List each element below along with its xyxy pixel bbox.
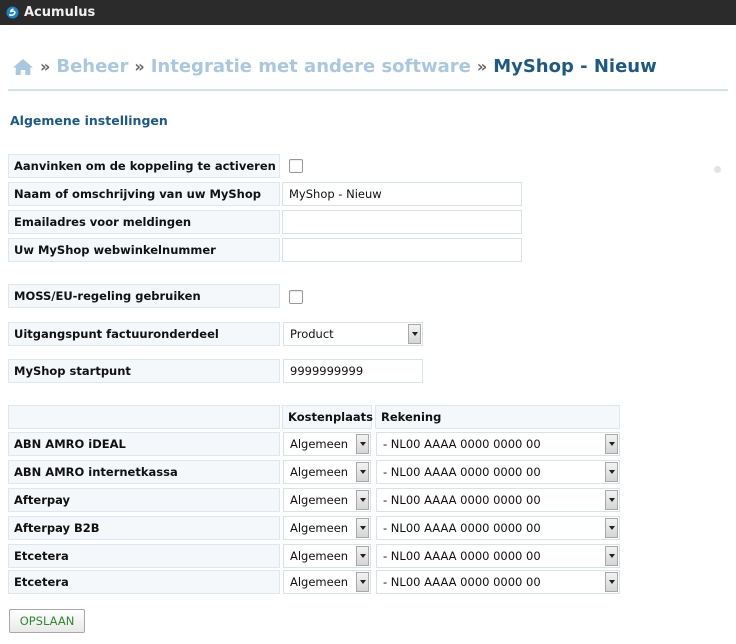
app-header-bar: Acumulus [0, 0, 736, 25]
cost-center-value: Algemeen [290, 575, 349, 589]
moss-label: MOSS/EU-regeling gebruiken [8, 284, 280, 308]
account-value: - NL00 AAAA 0000 0000 00 [383, 549, 541, 563]
chevron-down-icon[interactable] [356, 518, 369, 538]
cost-center-select[interactable]: Algemeen [283, 544, 371, 568]
cost-center-value: Algemeen [290, 549, 349, 563]
payment-method-name: ABN AMRO iDEAL [8, 432, 280, 456]
chevron-down-icon[interactable] [408, 324, 421, 344]
breadcrumb-separator: » [134, 57, 145, 76]
activate-checkbox[interactable] [289, 159, 303, 173]
breadcrumb-separator: » [40, 57, 51, 76]
shopnumber-label: Uw MyShop webwinkelnummer [8, 238, 280, 262]
payment-method-name: Afterpay [8, 488, 280, 512]
payment-method-name: Etcetera [8, 544, 280, 568]
cost-center-select[interactable]: Algemeen [283, 570, 371, 594]
cost-center-select[interactable]: Algemeen [283, 488, 371, 512]
app-title: Acumulus [24, 5, 96, 20]
account-select[interactable]: - NL00 AAAA 0000 0000 00 [376, 488, 620, 512]
account-value: - NL00 AAAA 0000 0000 00 [383, 575, 541, 589]
breadcrumb-link-beheer[interactable]: Beheer [56, 56, 128, 77]
startpoint-input[interactable]: 9999999999 [283, 359, 423, 383]
chevron-down-icon[interactable] [356, 546, 369, 566]
chevron-down-icon[interactable] [356, 490, 369, 510]
cost-center-value: Algemeen [290, 465, 349, 479]
name-input[interactable]: MyShop - Nieuw [282, 182, 522, 206]
account-select[interactable]: - NL00 AAAA 0000 0000 00 [376, 432, 620, 456]
cost-center-select[interactable]: Algemeen [283, 432, 371, 456]
name-label: Naam of omschrijving van uw MyShop [8, 182, 280, 206]
breadcrumb-divider [8, 89, 728, 91]
invoice-basis-value: Product [290, 327, 334, 341]
chevron-down-icon[interactable] [356, 462, 369, 482]
account-value: - NL00 AAAA 0000 0000 00 [383, 493, 541, 507]
breadcrumb-current: MyShop - Nieuw [493, 56, 657, 77]
account-value: - NL00 AAAA 0000 0000 00 [383, 521, 541, 535]
chevron-down-icon[interactable] [605, 462, 618, 482]
chevron-down-icon[interactable] [356, 434, 369, 454]
account-value: - NL00 AAAA 0000 0000 00 [383, 465, 541, 479]
breadcrumb-separator: » [476, 57, 488, 76]
chevron-down-icon[interactable] [356, 572, 369, 592]
email-input[interactable] [282, 210, 522, 234]
cost-center-value: Algemeen [290, 437, 349, 451]
invoice-basis-label: Uitgangspunt factuuronderdeel [8, 322, 280, 346]
cost-center-value: Algemeen [290, 493, 349, 507]
startpoint-label: MyShop startpunt [8, 359, 280, 383]
save-button[interactable]: OPSLAAN [9, 609, 85, 633]
chevron-down-icon[interactable] [605, 518, 618, 538]
scroll-indicator [714, 166, 721, 173]
payment-method-name: ABN AMRO internetkassa [8, 460, 280, 484]
table-header-cost-center: Kostenplaats [282, 405, 373, 429]
cost-center-value: Algemeen [290, 521, 349, 535]
chevron-down-icon[interactable] [605, 434, 618, 454]
invoice-basis-select[interactable]: Product [283, 322, 423, 346]
chevron-down-icon[interactable] [605, 572, 618, 592]
table-header-blank [8, 405, 280, 429]
acumulus-logo-icon [6, 6, 19, 19]
account-select[interactable]: - NL00 AAAA 0000 0000 00 [376, 516, 620, 540]
cost-center-select[interactable]: Algemeen [283, 460, 371, 484]
account-select[interactable]: - NL00 AAAA 0000 0000 00 [376, 460, 620, 484]
cost-center-select[interactable]: Algemeen [283, 516, 371, 540]
account-select[interactable]: - NL00 AAAA 0000 0000 00 [376, 570, 620, 594]
account-value: - NL00 AAAA 0000 0000 00 [383, 437, 541, 451]
payment-method-name: Etcetera [8, 570, 280, 594]
chevron-down-icon[interactable] [605, 490, 618, 510]
shopnumber-input[interactable] [282, 238, 522, 262]
chevron-down-icon[interactable] [605, 546, 618, 566]
account-select[interactable]: - NL00 AAAA 0000 0000 00 [376, 544, 620, 568]
breadcrumb: » Beheer » Integratie met andere softwar… [12, 56, 657, 77]
table-header-account: Rekening [375, 405, 620, 429]
payment-method-name: Afterpay B2B [8, 516, 280, 540]
activate-label: Aanvinken om de koppeling te activeren [8, 154, 280, 178]
moss-checkbox[interactable] [289, 290, 303, 304]
email-label: Emailadres voor meldingen [8, 210, 280, 234]
section-title: Algemene instellingen [10, 113, 168, 128]
breadcrumb-link-integratie[interactable]: Integratie met andere software [151, 56, 471, 77]
home-icon[interactable] [12, 58, 34, 76]
